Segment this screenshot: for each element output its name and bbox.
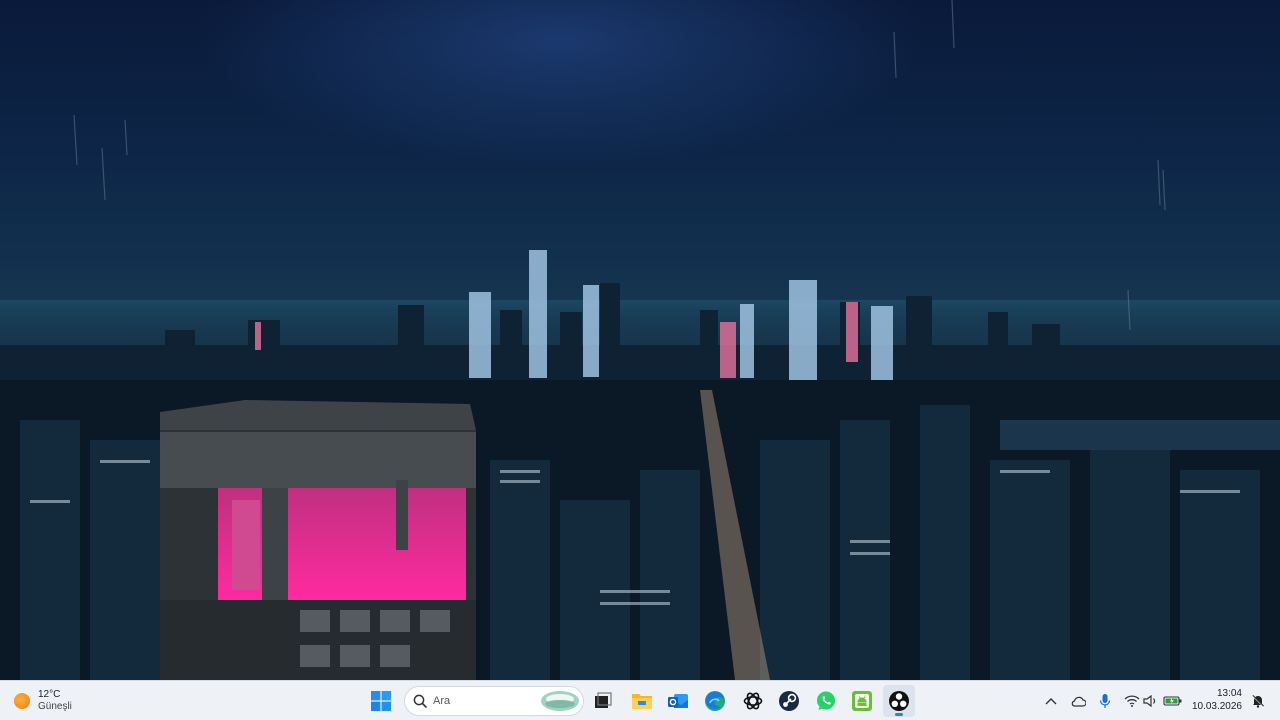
- volume-tray-button[interactable]: [1141, 691, 1161, 711]
- obs-button[interactable]: [883, 685, 915, 717]
- weather-temperature: 12°C: [38, 689, 61, 700]
- clock-time: 13:04: [1216, 688, 1242, 699]
- windows-logo-icon: [371, 691, 391, 711]
- task-view-button[interactable]: [587, 685, 619, 717]
- edge-browser-icon: [705, 691, 725, 711]
- whatsapp-icon: [817, 691, 835, 710]
- search-highlight-icon: [541, 691, 579, 711]
- microphone-icon: [1099, 694, 1111, 708]
- android-icon: [852, 691, 872, 711]
- chatgpt-icon: [743, 692, 763, 710]
- taskbar: 12°C Güneşli Ara 13:04 10.03.2026: [0, 680, 1280, 720]
- search-placeholder: Ara: [433, 695, 451, 707]
- onedrive-tray-button[interactable]: [1068, 691, 1088, 711]
- folder-icon: [632, 694, 652, 709]
- whatsapp-button[interactable]: [810, 685, 842, 717]
- battery-tray-button[interactable]: [1163, 691, 1183, 711]
- notifications-button[interactable]: [1248, 691, 1268, 711]
- clock-date: 10.03.2026: [1191, 701, 1242, 712]
- edge-button[interactable]: [699, 685, 731, 717]
- battery-icon: [1163, 696, 1182, 706]
- cloud-icon: [1071, 696, 1086, 707]
- android-app-button[interactable]: [846, 685, 878, 717]
- chevron-up-icon: [1045, 698, 1057, 705]
- outlook-button[interactable]: [662, 685, 694, 717]
- obs-icon: [889, 691, 909, 711]
- active-indicator: [895, 713, 903, 716]
- notification-bell-icon: [1251, 694, 1265, 708]
- microphone-tray-button[interactable]: [1095, 691, 1115, 711]
- task-view-icon: [595, 692, 612, 708]
- taskbar-search-box[interactable]: Ara: [404, 686, 584, 716]
- steam-button[interactable]: [773, 685, 805, 717]
- speaker-icon: [1143, 695, 1156, 707]
- desktop-wallpaper[interactable]: [0, 0, 1280, 680]
- weather-condition: Güneşli: [38, 701, 72, 712]
- mail-icon: [668, 694, 688, 708]
- file-explorer-button[interactable]: [626, 685, 658, 717]
- weather-widget[interactable]: 12°C Güneşli: [14, 687, 72, 715]
- taskbar-clock[interactable]: 13:04 10.03.2026: [1190, 687, 1242, 713]
- wifi-icon: [1124, 695, 1140, 707]
- steam-icon: [779, 691, 799, 711]
- sun-icon: [14, 693, 30, 709]
- start-button[interactable]: [365, 685, 397, 717]
- wifi-tray-button[interactable]: [1122, 691, 1142, 711]
- chatgpt-button[interactable]: [737, 685, 769, 717]
- search-icon: [413, 694, 427, 708]
- city-skyline-image: [0, 0, 1280, 680]
- show-hidden-icons-button[interactable]: [1041, 691, 1061, 711]
